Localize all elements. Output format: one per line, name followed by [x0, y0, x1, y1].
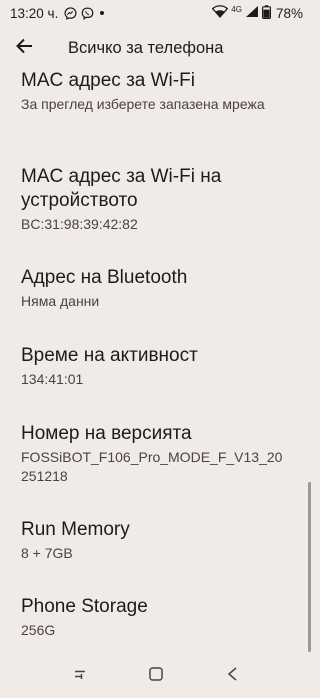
list-item-summary: 134:41:01: [21, 371, 84, 387]
list-item-bluetooth-address[interactable]: Адрес на Bluetooth Няма данни: [21, 266, 291, 311]
notification-dot-icon: [98, 9, 106, 17]
arrow-back-icon: [15, 37, 33, 60]
list-item-phone-storage[interactable]: Phone Storage 256G: [21, 595, 291, 640]
back-button[interactable]: [2, 26, 46, 70]
list-item-build-number[interactable]: Номер на версията FOSSiBOT_F106_Pro_MODE…: [21, 422, 291, 486]
recents-icon: [72, 666, 88, 687]
scrollbar[interactable]: [308, 482, 311, 652]
viber-icon: [81, 7, 94, 20]
status-bar: 13:20 ч. 4G 78%: [0, 0, 313, 26]
list-item-uptime[interactable]: Време на активност 134:41:01: [21, 344, 291, 389]
battery-percent: 78%: [275, 5, 303, 21]
app-bar: Всичко за телефона: [0, 26, 313, 70]
list-item-summary: 8 + 7GB: [21, 545, 73, 561]
list-item-summary: BC:31:98:39:42:82: [21, 216, 138, 232]
list-item-title: Адрес на Bluetooth: [21, 267, 188, 288]
navigation-bar: [0, 655, 313, 698]
wifi-icon: [211, 5, 229, 21]
signal-icon: [245, 5, 259, 21]
list-item-summary: 256G: [21, 622, 56, 638]
list-item-title: Phone Storage: [21, 596, 148, 617]
list-item-title: MAC адрес за Wi-Fi: [21, 70, 195, 91]
list-item-device-wifi-mac[interactable]: MAC адрес за Wi-Fi на устройството BC:31…: [21, 165, 291, 234]
home-button[interactable]: [136, 657, 176, 697]
page-title: Всичко за телефона: [68, 38, 224, 57]
list-item-summary: FOSSiBOT_F106_Pro_MODE_F_V13_20251218: [21, 449, 283, 484]
list-item-title: Време на активност: [21, 345, 198, 366]
status-system-icons: 4G 78%: [211, 4, 303, 22]
back-icon: [225, 666, 241, 687]
list-item-wifi-mac[interactable]: MAC адрес за Wi-Fi За преглед изберете з…: [21, 69, 291, 114]
list-item-summary: За преглед изберете запазена мрежа: [21, 96, 265, 112]
messenger-icon: [64, 6, 77, 20]
network-type: 4G: [231, 4, 242, 14]
list-item-title: Run Memory: [21, 519, 130, 540]
home-icon: [148, 666, 164, 687]
status-notification-icons: [64, 6, 106, 20]
list-item-summary: Няма данни: [21, 293, 100, 309]
list-item-title: MAC адрес за Wi-Fi на устройството: [21, 166, 222, 211]
battery-icon: [261, 4, 271, 22]
list-item-run-memory[interactable]: Run Memory 8 + 7GB: [21, 518, 291, 563]
list-item-title: Номер на версията: [21, 423, 192, 444]
nav-back-button[interactable]: [213, 657, 253, 697]
status-time: 13:20 ч.: [10, 5, 59, 21]
recents-button[interactable]: [60, 657, 100, 697]
